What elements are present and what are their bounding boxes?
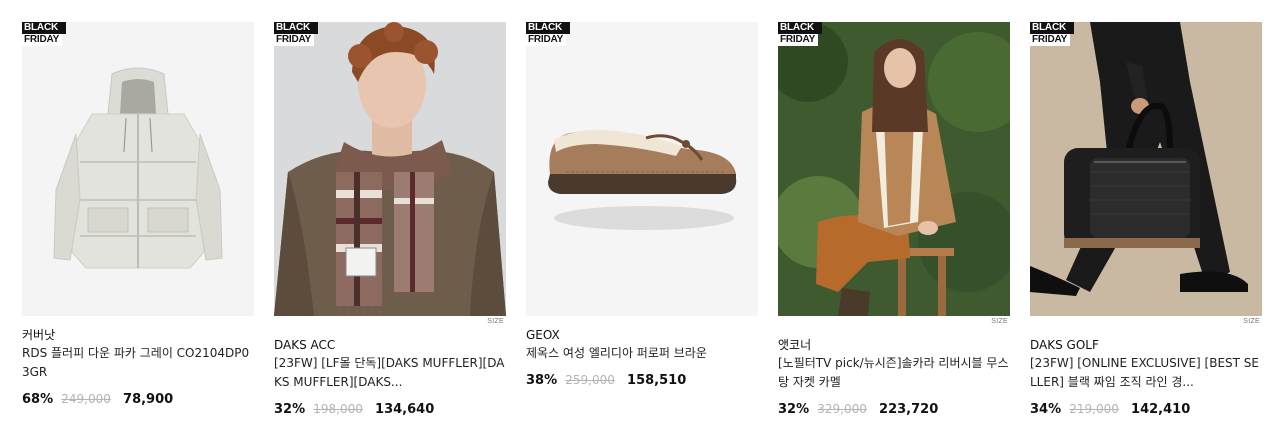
sale-price: 158,510	[627, 373, 687, 388]
sale-price: 78,900	[123, 392, 174, 407]
black-friday-badge: BLACK FRIDAY	[22, 22, 66, 46]
product-brand: DAKS ACC	[274, 338, 336, 352]
product-image[interactable]: BLACK FRIDAY	[22, 22, 254, 316]
discount-rate: 68%	[22, 392, 54, 407]
golf-bag-image	[1030, 22, 1262, 316]
product-name[interactable]: RDS 플러피 다운 파카 그레이 CO2104DP03GR	[22, 344, 254, 382]
product-grid: BLACK FRIDAY 커버낫 RDS 플러피 다운 파카 그레이 CO210…	[0, 0, 1279, 428]
price-row: 34% 219,000 142,410	[1030, 400, 1262, 419]
product-card[interactable]: BLACK FRIDAY SIZE DAKS GOLF [23FW] [ONLI…	[1030, 22, 1262, 419]
black-friday-badge: BLACK FRIDAY	[526, 22, 570, 46]
product-card[interactable]: BLACK FRIDAY GEOX 제옥스 여성 엘리디아 퍼로퍼 브라운 38…	[526, 22, 758, 390]
size-label[interactable]: SIZE	[1243, 318, 1260, 325]
black-friday-badge: BLACK FRIDAY	[1030, 22, 1074, 46]
original-price: 259,000	[565, 373, 615, 387]
black-friday-badge: BLACK FRIDAY	[778, 22, 822, 46]
product-info: DAKS GOLF [23FW] [ONLINE EXCLUSIVE] [BES…	[1030, 336, 1262, 419]
discount-rate: 38%	[526, 373, 558, 388]
sale-price: 223,720	[879, 402, 939, 417]
product-info: 앳코너 [노필터TV pick/뉴시즌]솔카라 리버시블 무스탕 자켓 카멜 3…	[778, 336, 1010, 419]
price-row: 68% 249,000 78,900	[22, 390, 254, 409]
product-brand: DAKS GOLF	[1030, 338, 1099, 352]
size-label[interactable]: SIZE	[487, 318, 504, 325]
original-price: 198,000	[313, 402, 363, 416]
discount-rate: 32%	[778, 402, 810, 417]
product-image[interactable]: BLACK FRIDAY	[1030, 22, 1262, 316]
size-label[interactable]: SIZE	[991, 318, 1008, 325]
discount-rate: 32%	[274, 402, 306, 417]
price-row: 32% 329,000 223,720	[778, 400, 1010, 419]
mustang-jacket-model-image	[778, 22, 1010, 316]
original-price: 219,000	[1069, 402, 1119, 416]
original-price: 249,000	[61, 392, 111, 406]
product-card[interactable]: BLACK FRIDAY 커버낫 RDS 플러피 다운 파카 그레이 CO210…	[22, 22, 254, 409]
product-image[interactable]: BLACK FRIDAY	[526, 22, 758, 316]
product-card[interactable]: BLACK FRIDAY SIZE 앳코너 [노필터TV pick/뉴시즌]솔카…	[778, 22, 1010, 419]
product-name[interactable]: [23FW] [ONLINE EXCLUSIVE] [BEST SELLER] …	[1030, 354, 1262, 392]
product-name[interactable]: [노필터TV pick/뉴시즌]솔카라 리버시블 무스탕 자켓 카멜	[778, 354, 1010, 392]
loafer-image	[526, 22, 758, 316]
muffler-model-image	[274, 22, 506, 316]
product-brand: 앳코너	[778, 338, 812, 352]
product-info: GEOX 제옥스 여성 엘리디아 퍼로퍼 브라운 38% 259,000 158…	[526, 326, 758, 390]
product-image[interactable]: BLACK FRIDAY	[778, 22, 1010, 316]
sale-price: 134,640	[375, 402, 435, 417]
original-price: 329,000	[817, 402, 867, 416]
product-info: DAKS ACC [23FW] [LF몰 단독][DAKS MUFFLER][D…	[274, 336, 506, 419]
padded-jacket-image	[22, 22, 254, 316]
product-name[interactable]: 제옥스 여성 엘리디아 퍼로퍼 브라운	[526, 344, 758, 363]
sale-price: 142,410	[1131, 402, 1191, 417]
product-name[interactable]: [23FW] [LF몰 단독][DAKS MUFFLER][DAKS MUFFL…	[274, 354, 506, 392]
product-brand: 커버낫	[22, 328, 56, 342]
product-info: 커버낫 RDS 플러피 다운 파카 그레이 CO2104DP03GR 68% 2…	[22, 326, 254, 409]
price-row: 38% 259,000 158,510	[526, 371, 758, 390]
price-row: 32% 198,000 134,640	[274, 400, 506, 419]
product-card[interactable]: BLACK FRIDAY SIZE DAKS ACC [23FW] [LF몰 단…	[274, 22, 506, 419]
product-image[interactable]: BLACK FRIDAY	[274, 22, 506, 316]
product-brand: GEOX	[526, 328, 560, 342]
discount-rate: 34%	[1030, 402, 1062, 417]
black-friday-badge: BLACK FRIDAY	[274, 22, 318, 46]
